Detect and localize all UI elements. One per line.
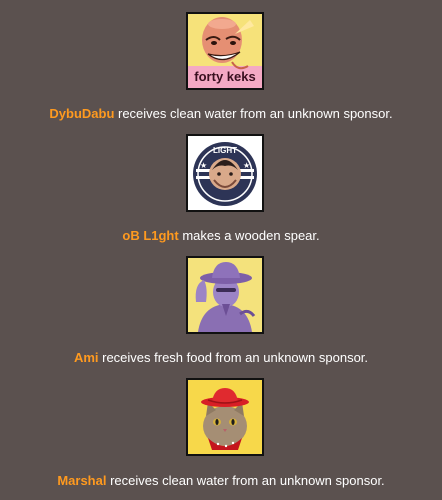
avatar-caption: forty keks bbox=[194, 69, 255, 84]
cat-with-red-hat-avatar-icon bbox=[188, 380, 262, 454]
tribute-name: Marshal bbox=[57, 473, 107, 488]
bald-man-forty-keks-avatar-icon: forty keks bbox=[188, 14, 262, 88]
tribute-avatar: forty keks bbox=[186, 12, 264, 90]
svg-text:★: ★ bbox=[243, 161, 250, 170]
event-feed: forty keks DybuDabu receives clean water… bbox=[0, 0, 442, 500]
tribute-name: DybuDabu bbox=[49, 106, 115, 121]
tribute-avatar: LIGHT ★ ★ bbox=[186, 134, 264, 212]
event-action-text: receives clean water from an unknown spo… bbox=[114, 106, 393, 121]
tribute-name: Ami bbox=[73, 350, 99, 365]
event-caption: Ami receives fresh food from an unknown … bbox=[0, 350, 442, 366]
tribute-avatar bbox=[186, 378, 264, 456]
tribute-avatar bbox=[186, 256, 264, 334]
event-action-text: receives fresh food from an unknown spon… bbox=[98, 350, 369, 365]
event-action-text: receives clean water from an unknown spo… bbox=[106, 473, 385, 488]
svg-text:★: ★ bbox=[200, 161, 207, 170]
event-caption: oB L1ght makes a wooden spear. bbox=[0, 228, 442, 244]
purple-cowboy-avatar-icon bbox=[188, 258, 262, 332]
tribute-name: oB L1ght bbox=[122, 228, 179, 243]
event-caption: Marshal receives clean water from an unk… bbox=[0, 473, 442, 489]
avatar-caption: LIGHT bbox=[213, 146, 237, 155]
light-emblem-avatar-icon: LIGHT ★ ★ bbox=[188, 136, 262, 210]
event-action-text: makes a wooden spear. bbox=[178, 228, 320, 243]
event-caption: DybuDabu receives clean water from an un… bbox=[0, 106, 442, 122]
